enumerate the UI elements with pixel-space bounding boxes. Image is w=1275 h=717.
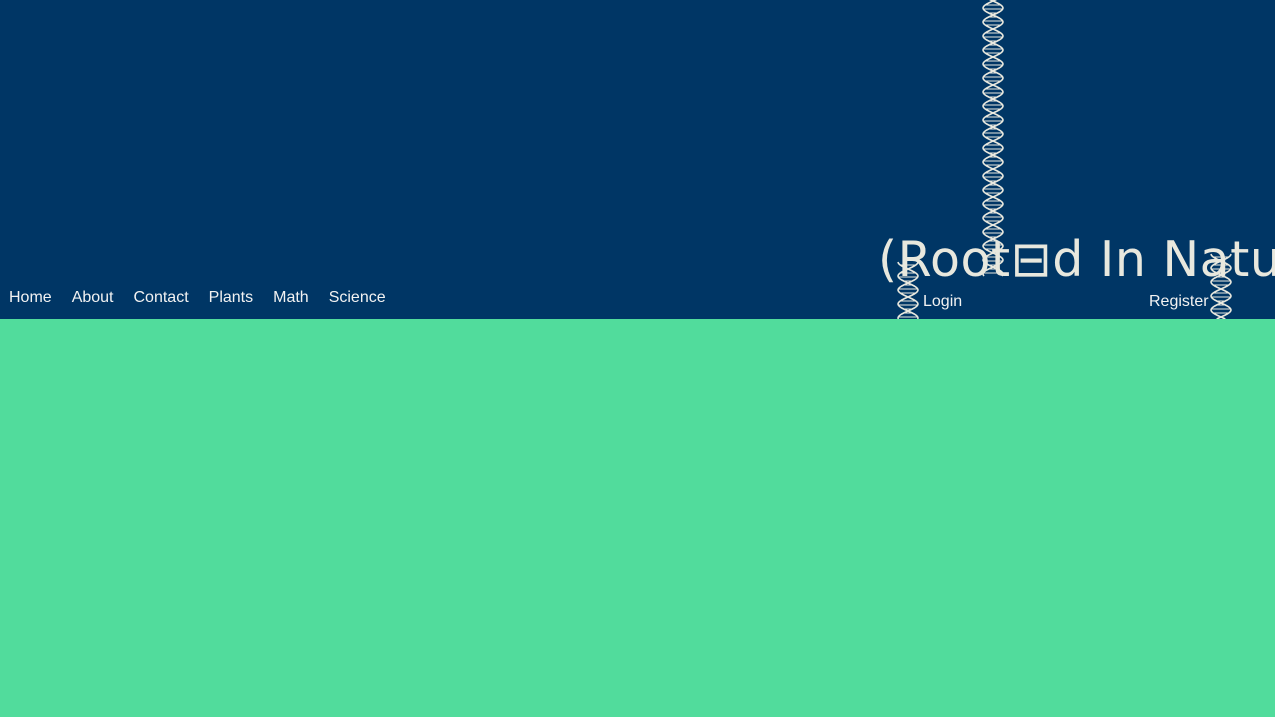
login-link[interactable]: Login	[923, 292, 962, 312]
nav-home[interactable]: Home	[0, 286, 62, 310]
nav-contact[interactable]: Contact	[125, 286, 199, 310]
nav-plants[interactable]: Plants	[200, 286, 263, 310]
nav-math[interactable]: Math	[264, 286, 319, 310]
site-header: (Root⊟d In Natur⊟)2 Home About Contact P…	[0, 0, 1275, 319]
main-content	[0, 319, 1275, 717]
logo[interactable]: (Root⊟d In Natur⊟)2	[0, 0, 1275, 319]
logo-title: (Root⊟d In Natur⊟)2	[878, 230, 1275, 290]
main-nav: Home About Contact Plants Math Science	[0, 286, 396, 310]
register-link[interactable]: Register	[1149, 292, 1209, 312]
nav-science[interactable]: Science	[320, 286, 396, 310]
logo-title-text: (Root⊟d In Natur⊟)	[878, 231, 1275, 288]
nav-about[interactable]: About	[63, 286, 124, 310]
